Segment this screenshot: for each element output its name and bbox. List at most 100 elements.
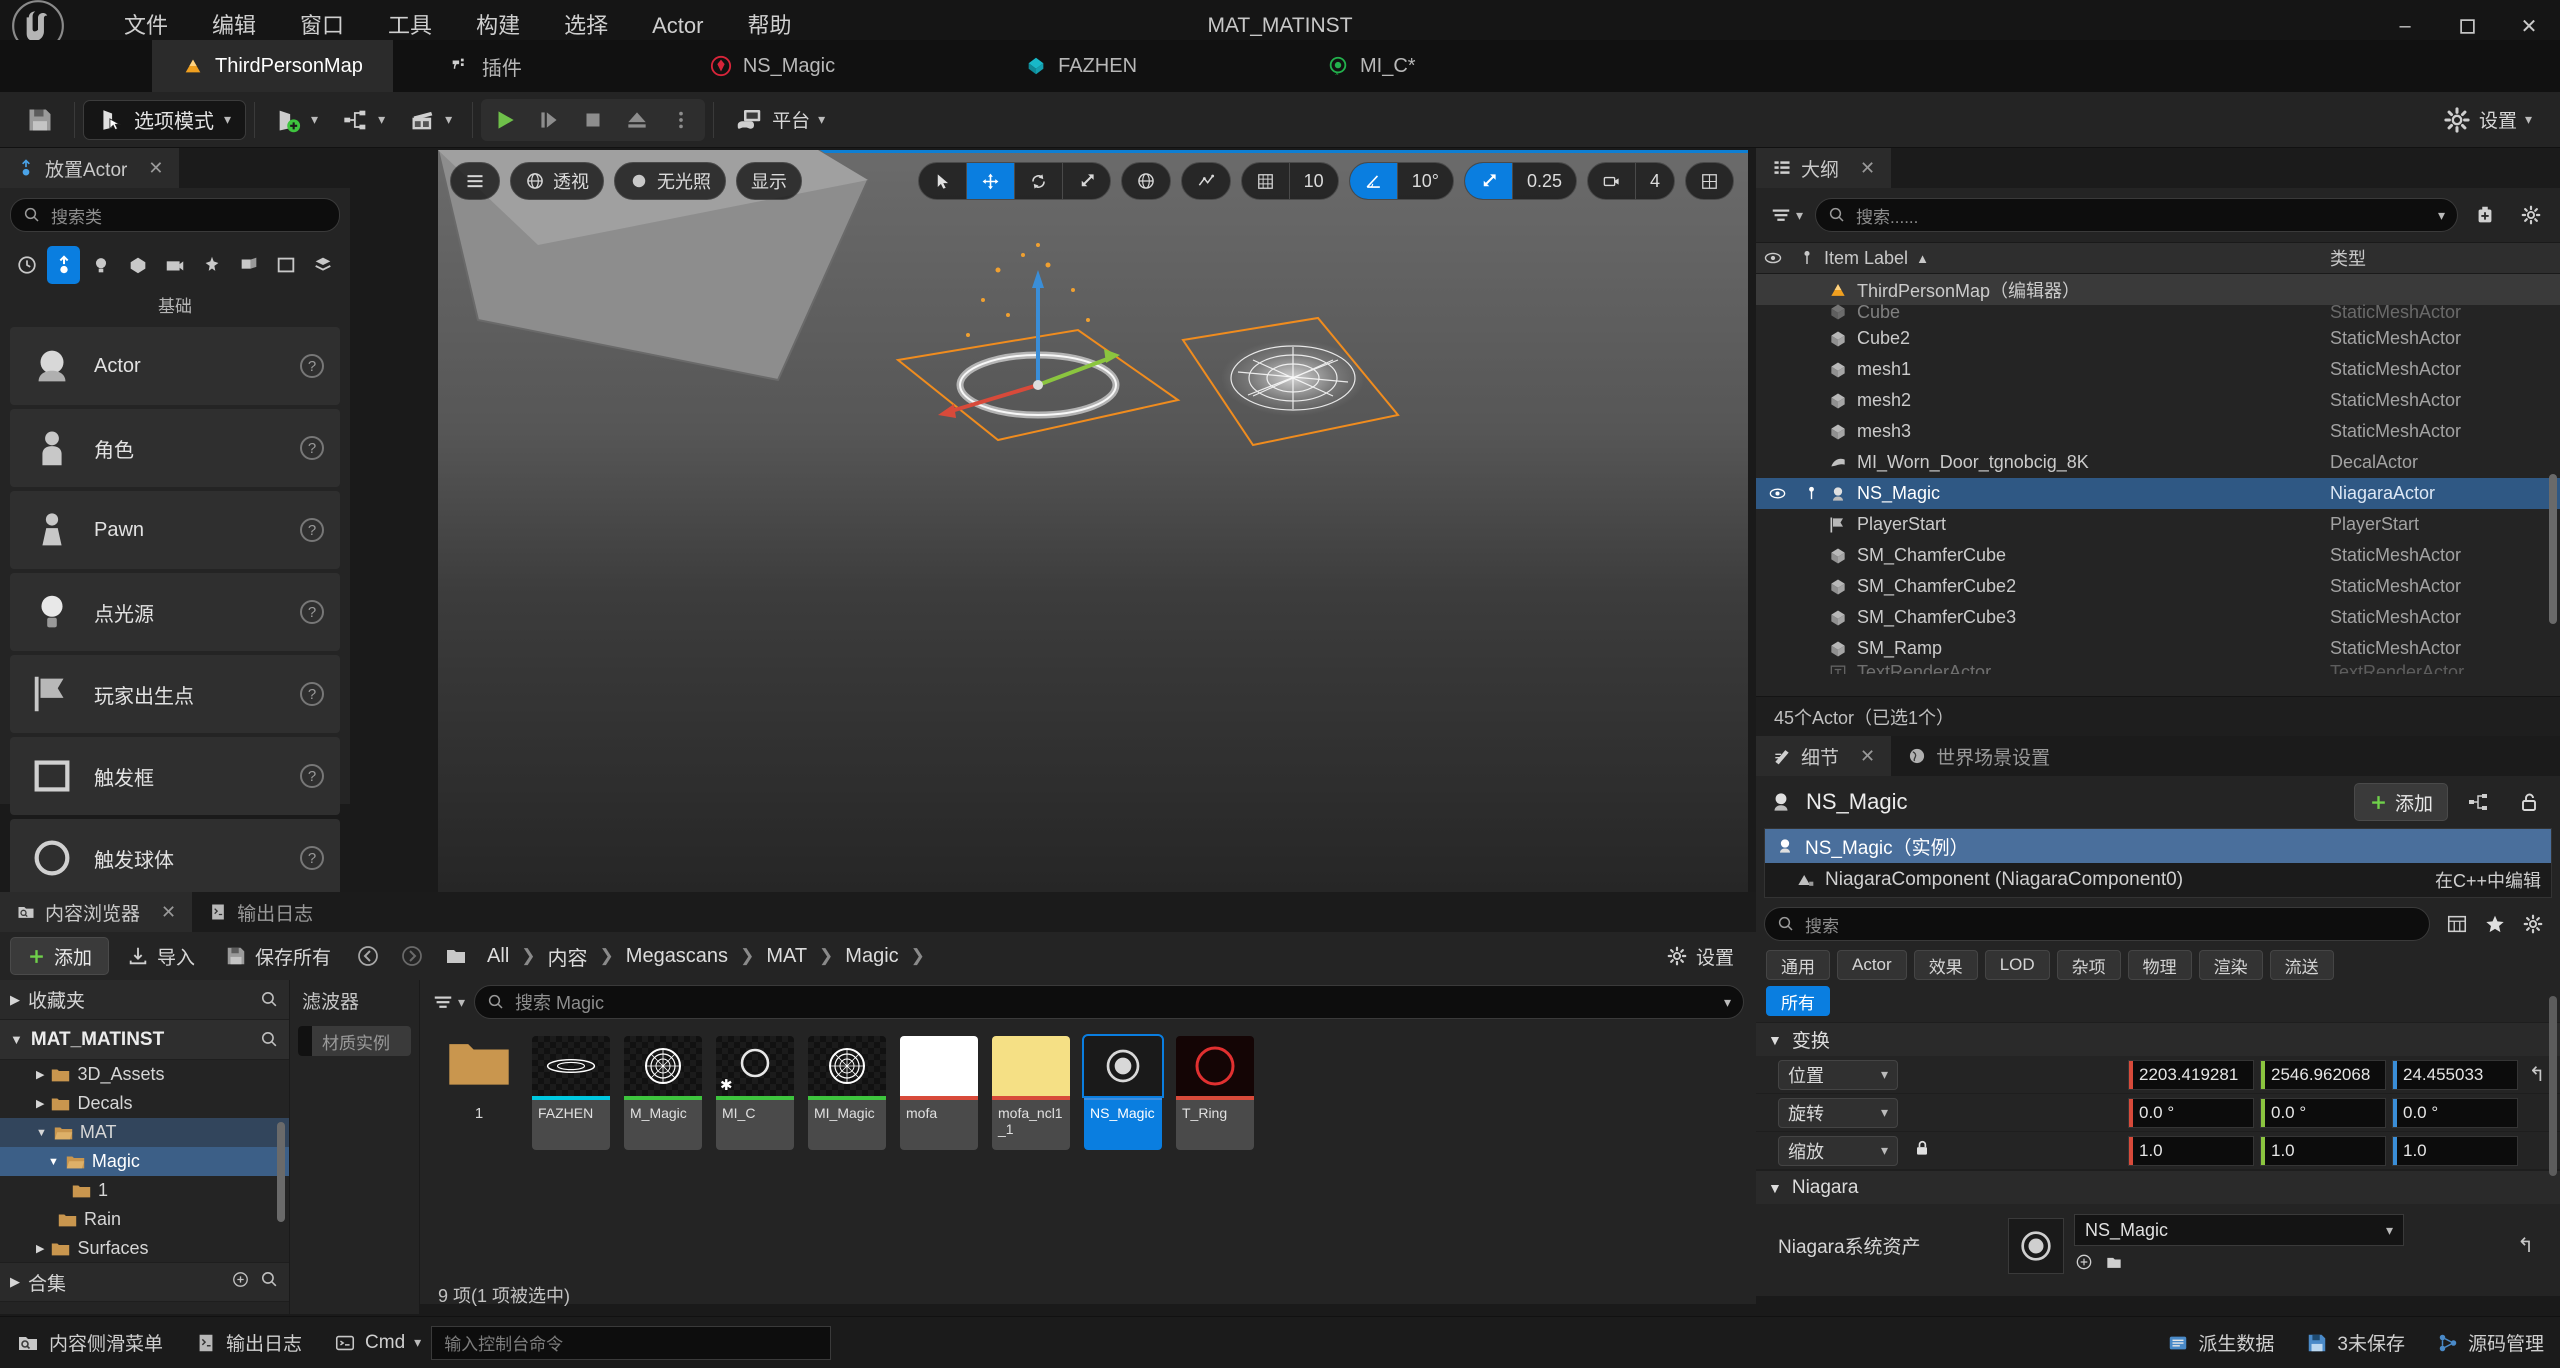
outliner-search-input[interactable]: 搜索...... ▾: [1815, 198, 2458, 232]
component-row-root[interactable]: NS_Magic（实例）: [1765, 829, 2551, 863]
category-shapes[interactable]: [121, 246, 154, 284]
category-vfx[interactable]: [196, 246, 229, 284]
rotation-y-input[interactable]: 0.0 °: [2260, 1097, 2386, 1128]
component-list[interactable]: NS_Magic（实例） NiagaraComponent (NiagaraCo…: [1764, 828, 2552, 898]
outliner-settings-button[interactable]: [2512, 196, 2550, 234]
row-pin-toggle[interactable]: [1794, 485, 1828, 502]
scale-tool-button[interactable]: [1061, 163, 1110, 199]
cb-filter-dropdown[interactable]: ▾: [432, 991, 465, 1013]
category-recent[interactable]: [10, 246, 43, 284]
tree-item-1[interactable]: 1: [0, 1176, 289, 1205]
breadcrumb-all[interactable]: All: [481, 945, 515, 968]
breadcrumb-megascans[interactable]: Megascans: [620, 945, 734, 968]
actor-item-character[interactable]: 角色 ?: [10, 409, 340, 487]
asset-tile-mofa[interactable]: mofa: [900, 1036, 978, 1150]
table-row-selected[interactable]: NS_Magic NiagaraActor: [1756, 478, 2560, 509]
cb-path-folder-icon[interactable]: [437, 937, 475, 975]
blueprint-button[interactable]: ▾: [330, 98, 397, 142]
tab-mi-c[interactable]: x MI_C*: [1297, 40, 1446, 92]
collections-header[interactable]: ▶ 合集: [0, 1262, 289, 1302]
table-row[interactable]: Cube StaticMeshActor: [1756, 301, 2560, 323]
tree-item-decals[interactable]: ▶ Decals: [0, 1089, 289, 1118]
category-all-classes[interactable]: [307, 246, 340, 284]
grid-snap-toggle[interactable]: [1242, 163, 1289, 199]
pin-icon[interactable]: [1790, 249, 1824, 267]
scale-snap-value[interactable]: 0.25: [1511, 163, 1576, 199]
show-menu-button[interactable]: 显示: [736, 162, 802, 200]
actor-item-point-light[interactable]: 点光源 ?: [10, 573, 340, 651]
column-item-label[interactable]: Item Label ▲: [1824, 248, 2330, 269]
niagara-asset-thumbnail[interactable]: [2008, 1217, 2064, 1274]
category-lights[interactable]: [84, 246, 117, 284]
scale-lock-toggle[interactable]: [1912, 1138, 1932, 1163]
camera-speed-toggle[interactable]: [1588, 163, 1635, 199]
table-row[interactable]: PlayerStart PlayerStart: [1756, 509, 2560, 540]
table-row[interactable]: mesh2 StaticMeshActor: [1756, 385, 2560, 416]
table-row[interactable]: SM_Ramp StaticMeshActor: [1756, 633, 2560, 664]
tree-item-magic[interactable]: ▼ Magic: [0, 1147, 289, 1176]
chevron-right-icon[interactable]: ▶: [36, 1097, 44, 1110]
breadcrumb-mat[interactable]: MAT: [760, 945, 813, 968]
asset-tile-t-ring[interactable]: T_Ring: [1176, 1036, 1254, 1150]
close-icon[interactable]: ✕: [1860, 746, 1875, 767]
chip-actor[interactable]: Actor: [1837, 950, 1907, 980]
chip-rendering[interactable]: 渲染: [2198, 950, 2263, 980]
cb-save-all-button[interactable]: 保存所有: [213, 937, 343, 975]
help-icon[interactable]: ?: [300, 518, 324, 542]
outliner-filter-button[interactable]: ▾: [1766, 204, 1807, 226]
reset-location-button[interactable]: ↰: [2524, 1062, 2550, 1087]
tab-place-actors[interactable]: 放置Actor ✕: [0, 148, 180, 188]
location-y-input[interactable]: 2546.962068: [2260, 1059, 2386, 1090]
blueprint-edit-button[interactable]: [2460, 783, 2498, 821]
tab-outliner[interactable]: 大纲 ✕: [1756, 148, 1892, 188]
tree-item-rain[interactable]: Rain: [0, 1205, 289, 1234]
derived-data-button[interactable]: 派生数据: [2151, 1317, 2290, 1368]
cb-add-button[interactable]: 添加: [10, 937, 110, 975]
chevron-down-icon[interactable]: ▼: [36, 1127, 47, 1139]
angle-snap-value[interactable]: 10°: [1396, 163, 1453, 199]
breadcrumb-content[interactable]: 内容: [542, 942, 594, 971]
asset-tile-mi-magic[interactable]: MI_Magic: [808, 1036, 886, 1150]
category-cinematic[interactable]: [158, 246, 191, 284]
tab-world-settings[interactable]: 世界场景设置: [1891, 736, 2066, 776]
close-icon[interactable]: ✕: [161, 902, 176, 923]
add-actor-button[interactable]: ▾: [263, 98, 330, 142]
scale-x-input[interactable]: 1.0: [2128, 1135, 2254, 1166]
help-icon[interactable]: ?: [300, 682, 324, 706]
table-row[interactable]: mesh1 StaticMeshActor: [1756, 354, 2560, 385]
table-row[interactable]: SM_ChamferCube3 StaticMeshActor: [1756, 602, 2560, 633]
category-volumes[interactable]: [270, 246, 303, 284]
asset-tile-ns-magic[interactable]: NS_Magic: [1082, 1034, 1164, 1150]
table-row[interactable]: TextRenderActor TextRenderActor: [1756, 664, 2560, 674]
viewport-layout-button[interactable]: [1685, 162, 1734, 200]
cb-settings-button[interactable]: 设置: [1654, 937, 1746, 975]
chevron-right-icon[interactable]: ▶: [36, 1068, 44, 1081]
chip-all[interactable]: 所有: [1766, 986, 1830, 1016]
property-label-scale[interactable]: 缩放 ▾: [1778, 1135, 1898, 1166]
cb-import-button[interactable]: 导入: [115, 937, 207, 975]
chevron-down-icon[interactable]: ▼: [48, 1156, 59, 1168]
table-row[interactable]: MI_Worn_Door_tgnobcig_8K DecalActor: [1756, 447, 2560, 478]
content-drawer-button[interactable]: 内容侧滑菜单: [0, 1317, 179, 1368]
chip-effects[interactable]: 效果: [1913, 950, 1978, 980]
tree-search-icon[interactable]: [260, 1030, 279, 1049]
tree-list[interactable]: ▶ 3D_Assets ▶ Decals ▼ MAT ▼ Magic 1 Rai…: [0, 1060, 289, 1262]
tree-scrollbar[interactable]: [277, 1122, 285, 1222]
property-label-location[interactable]: 位置 ▾: [1778, 1059, 1898, 1090]
outliner-scrollbar[interactable]: [2549, 474, 2557, 624]
location-z-input[interactable]: 24.455033: [2392, 1059, 2518, 1090]
scale-z-input[interactable]: 1.0: [2392, 1135, 2518, 1166]
property-label-rotation[interactable]: 旋转 ▾: [1778, 1097, 1898, 1128]
rotate-tool-button[interactable]: [1013, 163, 1062, 199]
cb-search-input[interactable]: 搜索 Magic ▾: [474, 985, 1744, 1019]
collections-search-icon[interactable]: [260, 1270, 279, 1295]
chip-general[interactable]: 通用: [1766, 950, 1830, 980]
select-mode-dropdown[interactable]: 选项模式 ▾: [83, 99, 247, 140]
tab-plugins[interactable]: 插件: [419, 40, 552, 92]
favorites-search-icon[interactable]: [260, 990, 279, 1009]
table-row[interactable]: Cube2 StaticMeshActor: [1756, 323, 2560, 354]
component-row-niagara[interactable]: NiagaraComponent (NiagaraComponent0) 在C+…: [1765, 863, 2551, 897]
close-icon[interactable]: ✕: [1860, 158, 1875, 179]
tab-fazhen[interactable]: FAZHEN: [995, 40, 1167, 92]
details-settings-button[interactable]: [2514, 905, 2552, 943]
